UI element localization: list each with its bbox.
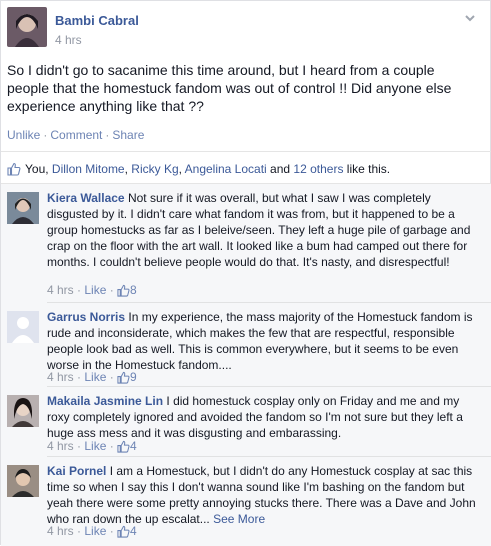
comment: Kai Pornel I am a Homestuck, but I didn'…	[1, 457, 491, 546]
thumbs-up-icon	[117, 371, 130, 384]
comment-text: Garrus Norris In my experience, the mass…	[47, 309, 477, 373]
comment-text: Makaila Jasmine Lin I did homestuck cosp…	[47, 393, 477, 441]
comment-meta: 4 hrs · Like · 8	[47, 283, 137, 297]
likes-others-link[interactable]: 12 others	[293, 162, 343, 176]
like-link[interactable]: Like	[84, 524, 106, 538]
comment-time[interactable]: 4 hrs	[47, 370, 74, 384]
comment: Makaila Jasmine Lin I did homestuck cosp…	[1, 387, 491, 457]
post-text: So I didn't go to sacanime this time aro…	[7, 62, 452, 114]
separator-dot: ·	[43, 128, 48, 142]
commenter-avatar[interactable]	[7, 311, 39, 343]
like-link[interactable]: Like	[84, 283, 106, 297]
post-time[interactable]: 4 hrs	[55, 33, 82, 47]
author-avatar[interactable]	[7, 7, 47, 47]
comment-meta: 4 hrs · Like · 4	[47, 439, 137, 453]
likes-summary: You, Dillon Mitome, Ricky Kg, Angelina L…	[7, 162, 390, 176]
post-actions: Unlike · Comment · Share	[7, 128, 144, 142]
separator-dot: ·	[105, 128, 110, 142]
comment-time[interactable]: 4 hrs	[47, 283, 74, 297]
author-name[interactable]: Bambi Cabral	[55, 13, 139, 28]
like-link[interactable]: Like	[84, 439, 106, 453]
comment-time[interactable]: 4 hrs	[47, 439, 74, 453]
liker-name[interactable]: Dillon Mitome	[52, 162, 125, 176]
likes-suffix: like this.	[343, 162, 391, 176]
liker-name[interactable]: Ricky Kg	[131, 162, 178, 176]
chevron-down-icon[interactable]	[463, 11, 477, 25]
commenter-name[interactable]: Kai Pornel	[47, 464, 106, 478]
post-header: Bambi Cabral 4 hrs	[7, 7, 477, 51]
facebook-post: Bambi Cabral 4 hrs So I didn't go to sac…	[0, 0, 491, 546]
comment-time[interactable]: 4 hrs	[47, 524, 74, 538]
commenter-avatar[interactable]	[7, 465, 39, 497]
comments-section: Kiera Wallace Not sure if it was overall…	[1, 184, 491, 546]
comment-text: Kiera Wallace Not sure if it was overall…	[47, 190, 477, 270]
like-link[interactable]: Like	[84, 370, 106, 384]
thumbs-up-icon	[7, 162, 21, 176]
comment: Kiera Wallace Not sure if it was overall…	[1, 184, 491, 302]
thumbs-up-icon	[117, 440, 130, 453]
likes-and: and	[266, 162, 294, 176]
commenter-name[interactable]: Garrus Norris	[47, 310, 125, 324]
see-more-link[interactable]: See More	[213, 512, 265, 526]
like-count[interactable]: 4	[130, 524, 137, 538]
commenter-avatar[interactable]	[7, 395, 39, 427]
thumbs-up-icon	[117, 525, 130, 538]
unlike-link[interactable]: Unlike	[7, 128, 40, 142]
share-link[interactable]: Share	[112, 128, 144, 142]
like-count[interactable]: 4	[130, 439, 137, 453]
commenter-name[interactable]: Makaila Jasmine Lin	[47, 394, 163, 408]
divider	[1, 151, 491, 152]
like-count[interactable]: 9	[130, 370, 137, 384]
commenter-avatar[interactable]	[7, 192, 39, 224]
comment: Garrus Norris In my experience, the mass…	[1, 303, 491, 386]
comment-meta: 4 hrs · Like · 4	[47, 524, 137, 538]
comment-link[interactable]: Comment	[50, 128, 102, 142]
commenter-name[interactable]: Kiera Wallace	[47, 191, 125, 205]
liker-name[interactable]: Angelina Locati	[185, 162, 267, 176]
like-count[interactable]: 8	[130, 283, 137, 297]
comment-text: Kai Pornel I am a Homestuck, but I didn'…	[47, 463, 477, 527]
comment-meta: 4 hrs · Like · 9	[47, 370, 137, 384]
thumbs-up-icon	[117, 284, 130, 297]
likes-you: You,	[25, 162, 52, 176]
